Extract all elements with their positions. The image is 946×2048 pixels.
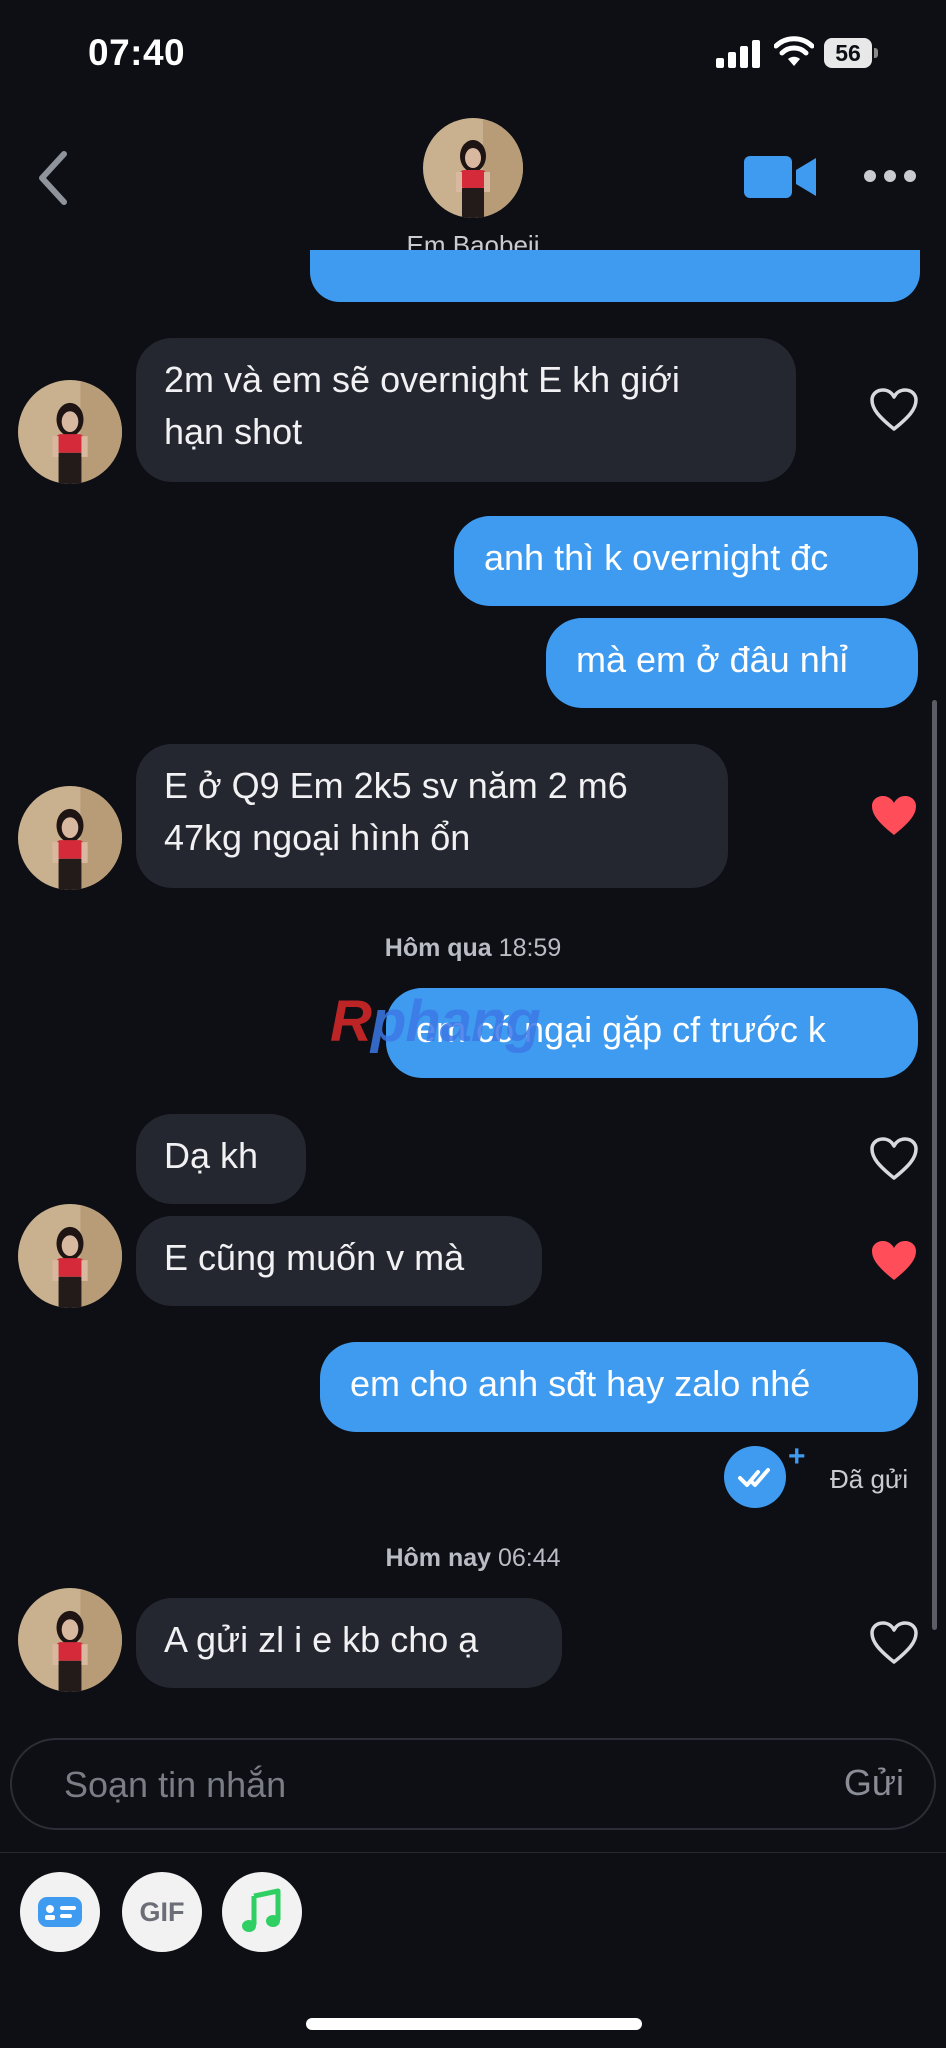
outgoing-message[interactable]: em cho anh sđt hay zalo nhé bbox=[320, 1342, 918, 1432]
timestamp-divider: Hôm nay 06:44 bbox=[0, 1544, 946, 1573]
previous-outgoing-bubble[interactable] bbox=[310, 250, 920, 302]
message-input[interactable] bbox=[62, 1740, 786, 1830]
incoming-message[interactable]: Dạ kh bbox=[136, 1114, 306, 1204]
wifi-icon bbox=[774, 36, 814, 66]
heart-outline-icon[interactable] bbox=[869, 1620, 919, 1666]
watermark-text: phang bbox=[370, 989, 541, 1054]
sent-status-icon bbox=[724, 1446, 786, 1508]
cellular-signal-icon bbox=[716, 40, 760, 68]
video-call-icon[interactable] bbox=[744, 154, 816, 200]
contact-avatar[interactable] bbox=[423, 118, 523, 218]
outgoing-message[interactable]: anh thì k overnight đc bbox=[454, 516, 918, 606]
battery-level: 56 bbox=[824, 38, 872, 68]
contact-card-icon bbox=[38, 1897, 82, 1927]
sender-avatar[interactable] bbox=[18, 786, 122, 890]
message-line: hạn shot bbox=[164, 411, 303, 452]
incoming-message[interactable]: E ở Q9 Em 2k5 sv năm 2 m6 47kg ngoại hìn… bbox=[136, 744, 728, 888]
status-bar: 07:40 56 bbox=[0, 0, 946, 100]
timestamp-time: 06:44 bbox=[497, 1544, 561, 1572]
watermark-r: R bbox=[330, 989, 372, 1054]
incoming-message[interactable]: A gửi zl i e kb cho ạ bbox=[136, 1598, 562, 1688]
incoming-message[interactable]: 2m và em sẽ overnight E kh giới hạn shot bbox=[136, 338, 796, 482]
delivery-status: Đã gửi bbox=[830, 1464, 909, 1494]
sender-avatar[interactable] bbox=[18, 1204, 122, 1308]
timestamp-time: 18:59 bbox=[498, 934, 562, 962]
message-line: E ở Q9 Em 2k5 sv năm 2 m6 bbox=[164, 765, 628, 806]
timestamp-day: Hôm qua bbox=[384, 934, 492, 962]
music-note-icon bbox=[242, 1888, 281, 1932]
watermark-logo: Rphang bbox=[330, 988, 541, 1055]
status-time: 07:40 bbox=[88, 32, 186, 73]
timestamp-day: Hôm nay bbox=[385, 1544, 492, 1572]
heart-outline-icon[interactable] bbox=[869, 387, 919, 433]
incoming-message[interactable]: E cũng muốn v mà bbox=[136, 1216, 542, 1306]
toolbar-divider bbox=[0, 1852, 946, 1853]
sender-avatar[interactable] bbox=[18, 1588, 122, 1692]
outgoing-message[interactable]: mà em ở đâu nhỉ bbox=[546, 618, 918, 708]
message-line: 2m và em sẽ overnight E kh giới bbox=[164, 359, 680, 400]
heart-filled-icon[interactable] bbox=[869, 793, 919, 839]
gif-button[interactable]: GIF bbox=[122, 1872, 202, 1952]
battery-icon: 56 bbox=[824, 38, 878, 68]
home-indicator bbox=[306, 2018, 642, 2030]
battery-tip bbox=[874, 48, 878, 58]
music-button[interactable] bbox=[222, 1872, 302, 1952]
timestamp-divider: Hôm qua 18:59 bbox=[0, 934, 946, 963]
gif-label: GIF bbox=[139, 1897, 185, 1927]
heart-filled-icon[interactable] bbox=[869, 1238, 919, 1284]
sender-avatar[interactable] bbox=[18, 380, 122, 484]
heart-outline-icon[interactable] bbox=[869, 1136, 919, 1182]
back-chevron-icon[interactable] bbox=[34, 148, 74, 208]
scrollbar[interactable] bbox=[932, 700, 937, 1630]
message-line: 47kg ngoại hình ổn bbox=[164, 817, 471, 858]
contact-card-button[interactable] bbox=[20, 1872, 100, 1952]
plus-icon: + bbox=[788, 1440, 806, 1473]
send-button[interactable]: Gửi bbox=[844, 1762, 904, 1804]
message-composer: Gửi bbox=[10, 1738, 936, 1830]
more-options-icon[interactable] bbox=[862, 164, 918, 188]
